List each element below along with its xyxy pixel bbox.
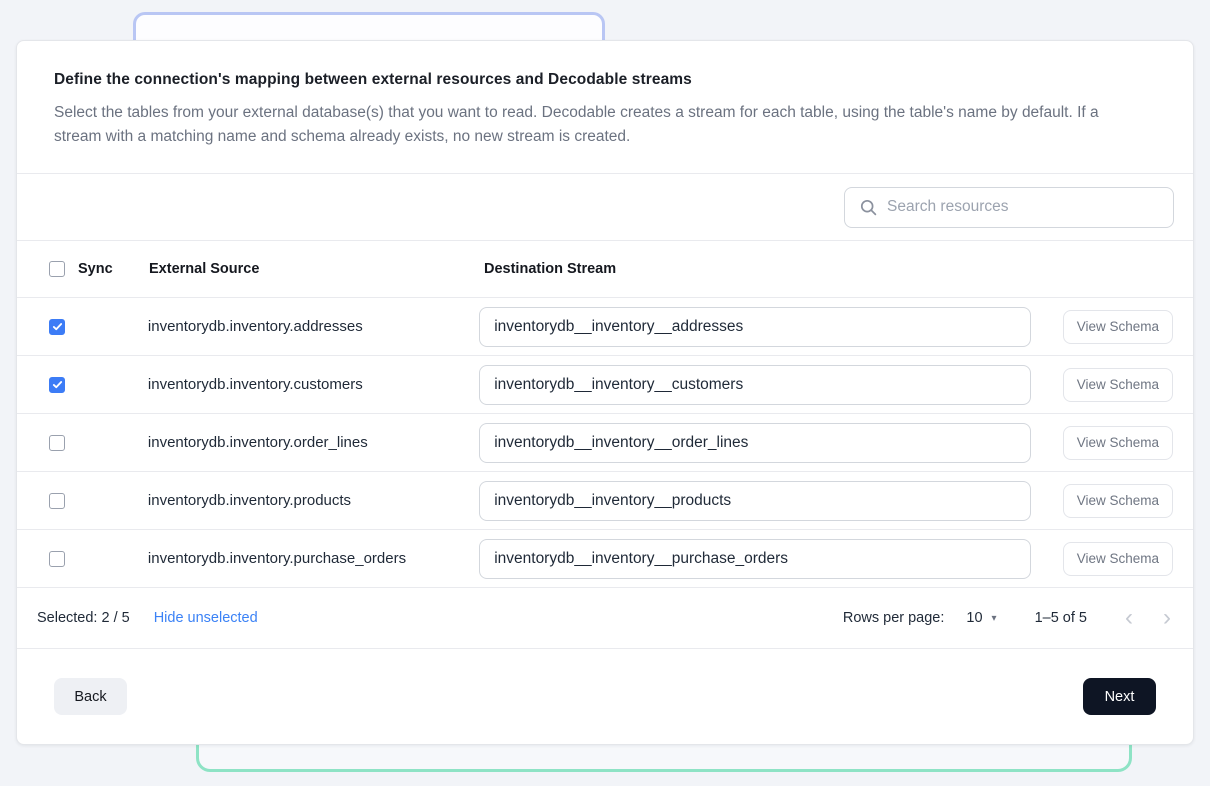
check-icon (52, 321, 63, 332)
search-input[interactable] (887, 198, 1161, 216)
table-row: inventorydb.inventory.purchase_orders Vi… (17, 530, 1193, 588)
view-schema-button[interactable]: View Schema (1063, 368, 1173, 402)
table-row: inventorydb.inventory.products View Sche… (17, 472, 1193, 530)
previous-page-button[interactable]: ‹ (1123, 606, 1135, 630)
rows-per-page-label: Rows per page: (843, 610, 945, 626)
external-source-text: inventorydb.inventory.addresses (148, 318, 479, 335)
search-toolbar (17, 174, 1193, 241)
table-body: inventorydb.inventory.addresses View Sch… (17, 298, 1193, 588)
destination-stream-input[interactable] (479, 481, 1031, 521)
action-bar: Back Next (17, 649, 1193, 744)
table-row: inventorydb.inventory.addresses View Sch… (17, 298, 1193, 356)
column-header-destination-stream: Destination Stream (484, 261, 1074, 277)
column-header-sync: Sync (78, 261, 113, 277)
mapping-step-panel: Define the connection's mapping between … (16, 40, 1194, 745)
table-header-row: Sync External Source Destination Stream (17, 241, 1193, 298)
view-schema-button[interactable]: View Schema (1063, 310, 1173, 344)
next-button[interactable]: Next (1083, 678, 1156, 715)
page-description: Select the tables from your external dat… (54, 101, 1134, 149)
row-sync-checkbox[interactable] (49, 551, 65, 567)
table-row: inventorydb.inventory.order_lines View S… (17, 414, 1193, 472)
external-source-text: inventorydb.inventory.purchase_orders (148, 550, 479, 567)
rows-per-page-value: 10 (966, 610, 982, 626)
selected-count-label: Selected: 2 / 5 (37, 610, 130, 626)
search-icon (860, 199, 877, 216)
page-title: Define the connection's mapping between … (54, 71, 1156, 89)
view-schema-button[interactable]: View Schema (1063, 426, 1173, 460)
row-sync-checkbox[interactable] (49, 377, 65, 393)
view-schema-button[interactable]: View Schema (1063, 542, 1173, 576)
column-header-external-source: External Source (149, 261, 484, 277)
search-box[interactable] (844, 187, 1174, 228)
select-all-checkbox[interactable] (49, 261, 65, 277)
external-source-text: inventorydb.inventory.customers (148, 376, 479, 393)
rows-per-page-select[interactable]: 10 ▾ (966, 610, 996, 626)
panel-header: Define the connection's mapping between … (17, 41, 1193, 174)
external-source-text: inventorydb.inventory.products (148, 492, 479, 509)
destination-stream-input[interactable] (479, 365, 1031, 405)
hide-unselected-link[interactable]: Hide unselected (154, 610, 258, 626)
destination-stream-input[interactable] (479, 539, 1031, 579)
destination-stream-input[interactable] (479, 423, 1031, 463)
caret-down-icon: ▾ (992, 613, 997, 624)
row-sync-checkbox[interactable] (49, 493, 65, 509)
table-row: inventorydb.inventory.customers View Sch… (17, 356, 1193, 414)
row-sync-checkbox[interactable] (49, 319, 65, 335)
next-page-button[interactable]: › (1161, 606, 1173, 630)
check-icon (52, 379, 63, 390)
back-button[interactable]: Back (54, 678, 127, 715)
row-sync-checkbox[interactable] (49, 435, 65, 451)
view-schema-button[interactable]: View Schema (1063, 484, 1173, 518)
destination-stream-input[interactable] (479, 307, 1031, 347)
table-footer: Selected: 2 / 5 Hide unselected Rows per… (17, 588, 1193, 649)
page-range-label: 1–5 of 5 (1035, 610, 1087, 626)
external-source-text: inventorydb.inventory.order_lines (148, 434, 479, 451)
